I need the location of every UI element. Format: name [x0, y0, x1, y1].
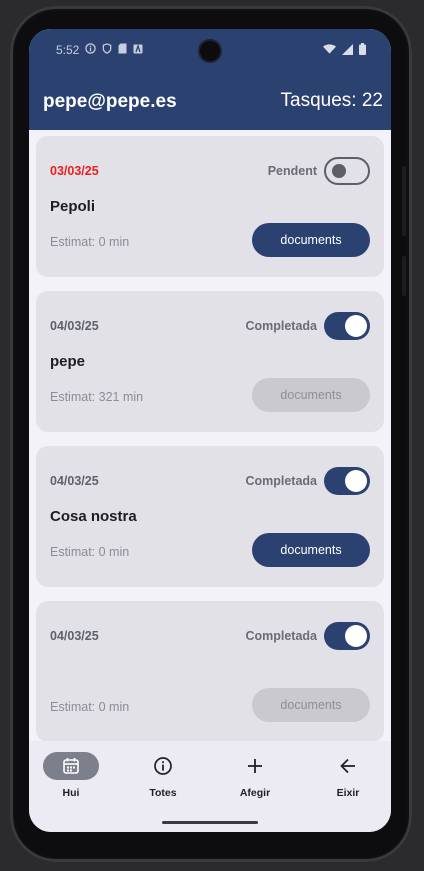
user-email: pepe@pepe.es — [43, 91, 177, 112]
task-date: 04/03/25 — [50, 474, 99, 488]
info-icon — [85, 43, 96, 54]
completed-toggle[interactable] — [324, 622, 370, 650]
task-card[interactable]: 04/03/25 Completada Cosa nostra Estimat:… — [36, 446, 384, 587]
toggle-knob — [332, 164, 346, 178]
status-icons-left — [85, 43, 143, 54]
status-bar: 5:52 — [29, 29, 391, 73]
signal-icon — [342, 43, 353, 55]
documents-button[interactable]: documents — [252, 533, 370, 567]
task-estimate: Estimat: 0 min — [50, 235, 130, 249]
nav-label: Afegir — [239, 787, 271, 799]
bottom-navigation: Hui Totes Afegir Eixir — [29, 741, 391, 832]
documents-button[interactable]: documents — [252, 223, 370, 257]
sd-card-icon — [118, 43, 127, 54]
nav-item-afegir[interactable]: Afegir — [210, 752, 300, 799]
home-indicator[interactable] — [162, 821, 258, 824]
info-icon — [154, 757, 172, 775]
battery-icon — [359, 43, 366, 55]
arrow-left-icon — [340, 758, 355, 774]
task-count: Tasques: 22 — [280, 90, 383, 111]
task-date: 04/03/25 — [50, 319, 99, 333]
nav-indicator — [135, 752, 191, 780]
task-date: 04/03/25 — [50, 629, 99, 643]
status-time: 5:52 — [56, 43, 80, 57]
nav-indicator — [227, 752, 283, 780]
documents-button[interactable]: documents — [252, 378, 370, 412]
toggle-knob — [345, 315, 367, 337]
nav-label: Totes — [149, 787, 177, 799]
wifi-icon — [323, 44, 336, 54]
task-estimate: Estimat: 321 min — [50, 390, 144, 404]
task-title: pepe — [50, 353, 86, 370]
task-title: Cosa nostra — [50, 508, 137, 525]
app-header: 5:52 pepe@pepe.es Tasques: 22 — [29, 29, 391, 130]
nav-indicator — [43, 752, 99, 780]
task-title: Pepoli — [50, 198, 96, 215]
task-card[interactable]: 04/03/25 Completada Estimat: 0 min docum… — [36, 601, 384, 741]
task-status-label: Completada — [245, 319, 317, 333]
toggle-knob — [345, 470, 367, 492]
task-status-label: Completada — [245, 629, 317, 643]
task-card[interactable]: 03/03/25 Pendent Pepoli Estimat: 0 min d… — [36, 136, 384, 277]
task-status-label: Completada — [245, 474, 317, 488]
app-screen: 5:52 pepe@pepe.es Tasques: 22 03/03/25 P… — [29, 29, 391, 832]
nav-label: Eixir — [336, 787, 360, 799]
completed-toggle[interactable] — [324, 312, 370, 340]
documents-button[interactable]: documents — [252, 688, 370, 722]
shield-icon — [102, 43, 112, 54]
nav-item-eixir[interactable]: Eixir — [303, 752, 391, 799]
completed-toggle[interactable] — [324, 467, 370, 495]
task-card[interactable]: 04/03/25 Completada pepe Estimat: 321 mi… — [36, 291, 384, 432]
nav-label: Hui — [62, 787, 80, 799]
task-estimate: Estimat: 0 min — [50, 700, 130, 714]
app-notification-icon — [133, 43, 143, 53]
power-button — [402, 256, 406, 296]
task-estimate: Estimat: 0 min — [50, 545, 130, 559]
volume-button — [402, 166, 406, 236]
calendar-icon — [63, 758, 79, 774]
nav-item-hui[interactable]: Hui — [29, 752, 116, 799]
plus-icon — [248, 759, 262, 773]
camera-cutout — [200, 41, 220, 61]
nav-item-totes[interactable]: Totes — [118, 752, 208, 799]
task-status-label: Pendent — [267, 164, 317, 178]
task-date: 03/03/25 — [50, 164, 99, 178]
completed-toggle[interactable] — [324, 157, 370, 185]
status-icons-right — [323, 43, 366, 55]
toggle-knob — [345, 625, 367, 647]
task-list[interactable]: 03/03/25 Pendent Pepoli Estimat: 0 min d… — [29, 130, 391, 741]
nav-indicator — [320, 752, 376, 780]
